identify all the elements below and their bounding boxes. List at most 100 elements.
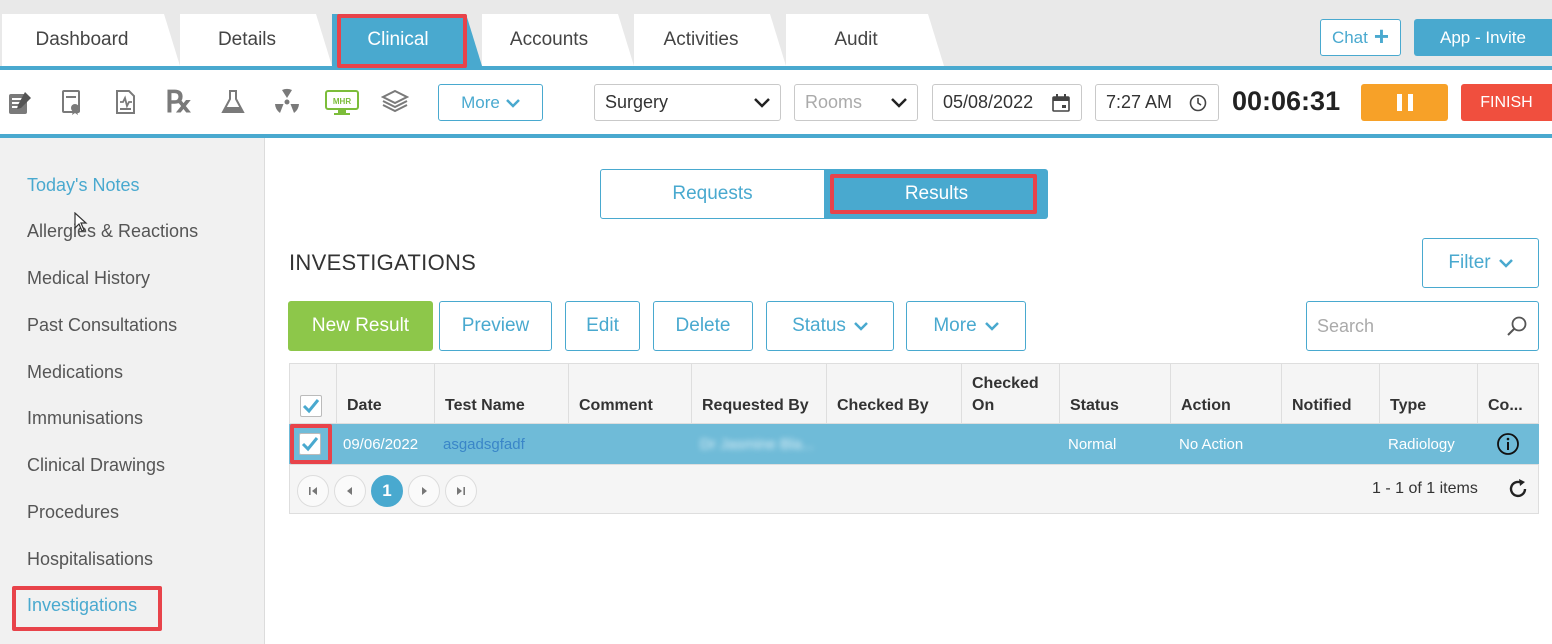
cell-requested-by: Dr Jasmine Bla...: [700, 435, 815, 453]
chevron-down-icon: [891, 97, 907, 108]
plus-icon: +: [1373, 21, 1390, 51]
sidebar-item-procedures[interactable]: Procedures: [27, 502, 119, 523]
chevron-down-icon: [854, 322, 868, 331]
rooms-placeholder: Rooms: [805, 92, 863, 112]
date-value: 05/08/2022: [943, 92, 1034, 112]
page-title: INVESTIGATIONS: [289, 250, 477, 275]
cell-test-name-link[interactable]: asgadsgfadf: [433, 424, 567, 464]
tab-results[interactable]: Results: [825, 169, 1048, 219]
flask-icon[interactable]: [218, 86, 248, 118]
app-invite-label: App - Invite: [1440, 27, 1526, 47]
sidebar-item-medications[interactable]: Medications: [27, 362, 123, 383]
checkmark-icon: [301, 437, 319, 452]
date-picker[interactable]: 05/08/2022: [932, 84, 1082, 121]
chevron-down-icon: [1498, 259, 1513, 268]
status-label: Status: [792, 315, 846, 336]
cell-notified: [1280, 424, 1378, 464]
column-header-requested-by[interactable]: Requested By: [691, 364, 826, 425]
row-checkbox[interactable]: [299, 433, 321, 455]
sidebar-item-allergies[interactable]: Allergies & Reactions: [27, 221, 198, 242]
tab-audit[interactable]: Audit: [786, 14, 944, 66]
chat-button[interactable]: Chat +: [1320, 19, 1401, 56]
last-page-button[interactable]: [445, 475, 477, 507]
refresh-icon[interactable]: [1506, 477, 1530, 501]
cell-comment: [567, 424, 690, 464]
sidebar-item-past-consultations[interactable]: Past Consultations: [27, 315, 177, 336]
toolbar-more-button[interactable]: More: [438, 84, 543, 121]
chat-button-label: Chat: [1331, 27, 1368, 47]
finish-button[interactable]: FINISH: [1461, 84, 1552, 121]
mhr-icon-text: MHR: [333, 97, 351, 106]
column-header-comment[interactable]: Comment: [568, 364, 691, 425]
column-header-type[interactable]: Type: [1379, 364, 1477, 425]
prev-page-icon: [347, 487, 352, 495]
certificate-icon[interactable]: [57, 86, 87, 118]
column-header-action[interactable]: Action: [1170, 364, 1281, 425]
document-icon[interactable]: [111, 86, 141, 118]
finish-label: FINISH: [1480, 93, 1533, 111]
search-icon[interactable]: [1506, 315, 1528, 337]
delete-label: Delete: [675, 315, 731, 336]
sidebar-item-investigations[interactable]: Investigations: [27, 595, 137, 616]
search-input[interactable]: [1317, 315, 1497, 337]
tab-audit-label: Audit: [834, 29, 878, 50]
mhr-icon[interactable]: MHR: [325, 86, 359, 118]
first-page-icon: [309, 487, 317, 495]
rx-icon[interactable]: ℞: [164, 85, 194, 120]
column-header-test-name[interactable]: Test Name: [434, 364, 568, 425]
next-page-button[interactable]: [408, 475, 440, 507]
column-header-checked-on[interactable]: Checked On: [961, 364, 1059, 425]
stack-icon[interactable]: [380, 86, 410, 118]
tab-accounts[interactable]: Accounts: [482, 14, 634, 66]
app-invite-button[interactable]: App - Invite: [1414, 19, 1552, 56]
location-select[interactable]: Surgery: [594, 84, 781, 121]
sidebar-item-immunisations[interactable]: Immunisations: [27, 408, 143, 429]
preview-button[interactable]: Preview: [439, 301, 552, 351]
sidebar-item-todays-notes[interactable]: Today's Notes: [27, 175, 140, 196]
rooms-select[interactable]: Rooms: [794, 84, 918, 121]
tab-details[interactable]: Details: [180, 14, 332, 66]
column-header-date[interactable]: Date: [336, 364, 434, 425]
sidebar-item-hospitalisations[interactable]: Hospitalisations: [27, 549, 153, 570]
tab-clinical[interactable]: Clinical: [332, 14, 482, 66]
column-header-co[interactable]: Co...: [1477, 364, 1540, 425]
pager-info: 1 - 1 of 1 items: [1372, 480, 1478, 497]
tab-activities[interactable]: Activities: [634, 14, 786, 66]
tab-details-label: Details: [217, 29, 277, 50]
grid-pager: 1 1 - 1 of 1 items: [289, 464, 1539, 514]
delete-button[interactable]: Delete: [653, 301, 753, 351]
info-icon[interactable]: [1496, 432, 1520, 456]
sidebar-item-clinical-drawings[interactable]: Clinical Drawings: [27, 455, 165, 476]
prev-page-button[interactable]: [334, 475, 366, 507]
tab-dashboard-label: Dashboard: [35, 29, 129, 50]
edit-button[interactable]: Edit: [565, 301, 640, 351]
page-number-button[interactable]: 1: [371, 475, 403, 507]
column-header-notified[interactable]: Notified: [1281, 364, 1379, 425]
filter-button[interactable]: Filter: [1422, 238, 1539, 288]
pause-button[interactable]: [1361, 84, 1448, 121]
column-header-checked-by[interactable]: Checked By: [826, 364, 961, 425]
pause-icon-bar: [1407, 94, 1413, 111]
cell-date: 09/06/2022: [343, 435, 419, 453]
cell-action: No Action: [1179, 435, 1244, 453]
chevron-down-icon: [984, 322, 999, 331]
new-result-label: New Result: [311, 315, 410, 336]
mouse-cursor-icon: [74, 212, 88, 232]
select-all-checkbox[interactable]: [300, 395, 322, 417]
time-picker[interactable]: 7:27 AM: [1095, 84, 1219, 121]
preview-label: Preview: [461, 315, 530, 336]
edit-label: Edit: [586, 315, 619, 336]
tab-requests[interactable]: Requests: [600, 169, 825, 219]
notes-icon[interactable]: [5, 86, 35, 118]
tab-activities-label: Activities: [663, 29, 739, 50]
column-header-status[interactable]: Status: [1059, 364, 1170, 425]
radiation-icon[interactable]: [272, 86, 302, 118]
status-dropdown-button[interactable]: Status: [766, 301, 894, 351]
sidebar-item-medical-history[interactable]: Medical History: [27, 268, 150, 289]
first-page-button[interactable]: [297, 475, 329, 507]
top-tab-bar: Dashboard Details Clinical Accounts Acti…: [0, 0, 1552, 66]
table-row[interactable]: 09/06/2022 asgadsgfadf Dr Jasmine Bla...…: [289, 424, 1539, 464]
new-result-button[interactable]: New Result: [288, 301, 433, 351]
more-actions-button[interactable]: More: [906, 301, 1026, 351]
tab-dashboard[interactable]: Dashboard: [2, 14, 180, 66]
